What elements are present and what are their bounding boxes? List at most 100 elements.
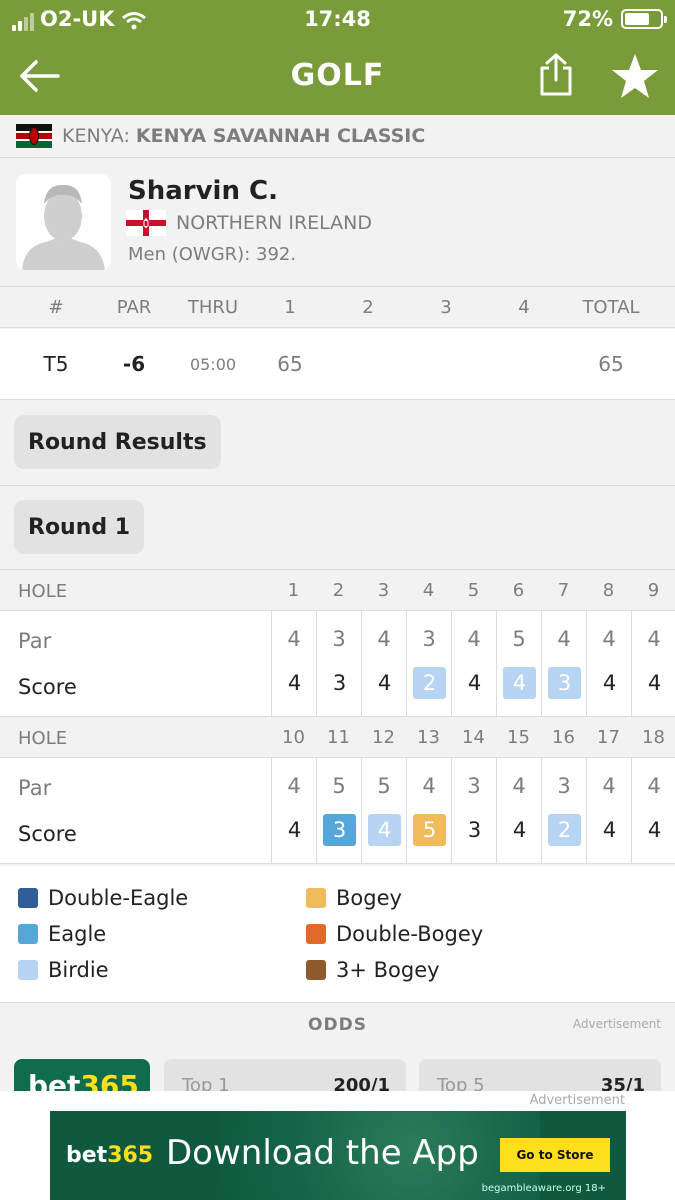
hole-par: 4 <box>512 774 526 798</box>
hole-score: 4 <box>602 671 617 695</box>
hole-par: 4 <box>602 774 616 798</box>
hole-column: 44 <box>631 758 675 864</box>
battery-status: 72% <box>563 7 667 31</box>
round-results-section: Round Results <box>0 401 675 486</box>
hole-par: 3 <box>557 774 571 798</box>
hole-column: 44 <box>271 611 316 717</box>
hole-number: 17 <box>597 727 620 748</box>
hole-score: 2 <box>548 814 581 846</box>
go-to-store-button[interactable]: Go to Store <box>500 1138 610 1172</box>
hole-number: 8 <box>602 580 615 601</box>
col-par: PAR <box>116 297 152 318</box>
hole-par: 4 <box>422 774 436 798</box>
hole-par: 3 <box>467 774 481 798</box>
hole-score: 3 <box>332 671 347 695</box>
hole-score: 2 <box>413 667 446 699</box>
odds-top-1[interactable]: Top 1 200/1 <box>164 1059 406 1091</box>
hole-column: 44 <box>496 758 541 864</box>
hole-number: 3 <box>377 580 390 601</box>
odds-top-5[interactable]: Top 5 35/1 <box>419 1059 661 1091</box>
score-legend: Double-Eagle Eagle Birdie Bogey Double-B… <box>0 866 675 1003</box>
hole-score: 3 <box>467 818 482 842</box>
par-label: Par <box>18 776 52 800</box>
legend-double-eagle: Double-Eagle <box>18 886 188 910</box>
hole-score: 4 <box>602 818 617 842</box>
hole-number: 7 <box>557 580 570 601</box>
ad-headline: Download the App <box>166 1133 479 1173</box>
hole-score: 3 <box>323 814 356 846</box>
hole-par: 4 <box>377 627 391 651</box>
hole-score: 4 <box>647 671 662 695</box>
hole-number: 15 <box>507 727 530 748</box>
northern-ireland-flag-icon <box>126 210 166 236</box>
hole-column: 54 <box>361 758 406 864</box>
col-round-4: 4 <box>518 297 530 318</box>
score-label: Score <box>18 822 77 846</box>
tournament-country: KENYA: <box>62 125 130 147</box>
player-country: NORTHERN IRELAND <box>126 210 372 236</box>
bottom-ad: Advertisement bet365 Download the App Go… <box>0 1091 675 1200</box>
hole-score: 5 <box>413 814 446 846</box>
hole-column: 44 <box>271 758 316 864</box>
hole-score: 3 <box>548 667 581 699</box>
col-round-3: 3 <box>440 297 452 318</box>
hole-column: 44 <box>586 758 631 864</box>
hole-par: 4 <box>647 627 661 651</box>
hole-column: 32 <box>541 758 586 864</box>
odds-label: Top 5 <box>437 1075 485 1091</box>
tournament-name: KENYA SAVANNAH CLASSIC <box>135 125 426 147</box>
legend-label: Double-Eagle <box>48 886 189 910</box>
hole-number: 16 <box>552 727 575 748</box>
legend-birdie: Birdie <box>18 958 109 982</box>
ad-banner[interactable]: bet365 Download the App Go to Store bega… <box>50 1111 626 1200</box>
eagle-swatch <box>18 924 38 944</box>
hole-par: 5 <box>377 774 391 798</box>
col-round-1: 1 <box>284 297 296 318</box>
hole-score: 4 <box>368 814 401 846</box>
player-country-name: NORTHERN IRELAND <box>176 212 373 234</box>
legend-label: Birdie <box>48 958 109 982</box>
legend-triple-bogey: 3+ Bogey <box>306 958 440 982</box>
tournament-bar[interactable]: KENYA: KENYA SAVANNAH CLASSIC <box>0 115 675 158</box>
round-results-button[interactable]: Round Results <box>14 415 221 469</box>
hole-score: 4 <box>377 671 392 695</box>
odds-header: ODDS Advertisement <box>0 1004 675 1049</box>
round-3-value <box>426 329 466 399</box>
hole-par: 5 <box>332 774 346 798</box>
legend-label: Eagle <box>48 922 107 946</box>
hole-score: 4 <box>287 818 302 842</box>
kenya-flag-icon <box>16 124 52 149</box>
hole-label: HOLE <box>18 728 68 749</box>
hole-score: 4 <box>503 667 536 699</box>
back-nine-header: HOLE 10 11 12 13 14 15 16 17 18 <box>0 717 675 758</box>
legend-double-bogey: Double-Bogey <box>306 922 483 946</box>
col-position: # <box>48 297 64 318</box>
ad-disclaimer: begambleaware.org 18+ <box>481 1183 606 1194</box>
hole-number: 6 <box>512 580 525 601</box>
legend-label: Double-Bogey <box>336 922 484 946</box>
hole-number: 12 <box>372 727 395 748</box>
hole-par: 5 <box>512 627 526 651</box>
hole-number: 10 <box>282 727 305 748</box>
hole-column: 32 <box>406 611 451 717</box>
hole-column: 33 <box>451 758 496 864</box>
round-selector-section: Round 1 <box>0 486 675 570</box>
hole-par: 3 <box>332 627 346 651</box>
favorite-star-icon[interactable] <box>610 52 660 100</box>
hole-column: 44 <box>451 611 496 717</box>
round-2-value <box>348 329 388 399</box>
player-card: Sharvin C. NORTHERN IRELAND Men (OWGR): … <box>0 158 675 287</box>
double-bogey-swatch <box>306 924 326 944</box>
legend-label: 3+ Bogey <box>336 958 440 982</box>
bet365-logo[interactable]: bet365 <box>14 1059 150 1091</box>
avatar <box>16 174 111 270</box>
status-bar: O2-UK 17:48 72% <box>0 0 675 38</box>
hole-label: HOLE <box>18 581 68 602</box>
player-name: Sharvin C. <box>128 176 278 206</box>
odds-value: 200/1 <box>333 1075 390 1091</box>
hole-score: 4 <box>467 671 482 695</box>
total-value: 65 <box>598 352 624 376</box>
advertisement-label: Advertisement <box>572 1017 661 1031</box>
round-1-button[interactable]: Round 1 <box>14 500 145 554</box>
share-icon[interactable] <box>536 52 576 98</box>
